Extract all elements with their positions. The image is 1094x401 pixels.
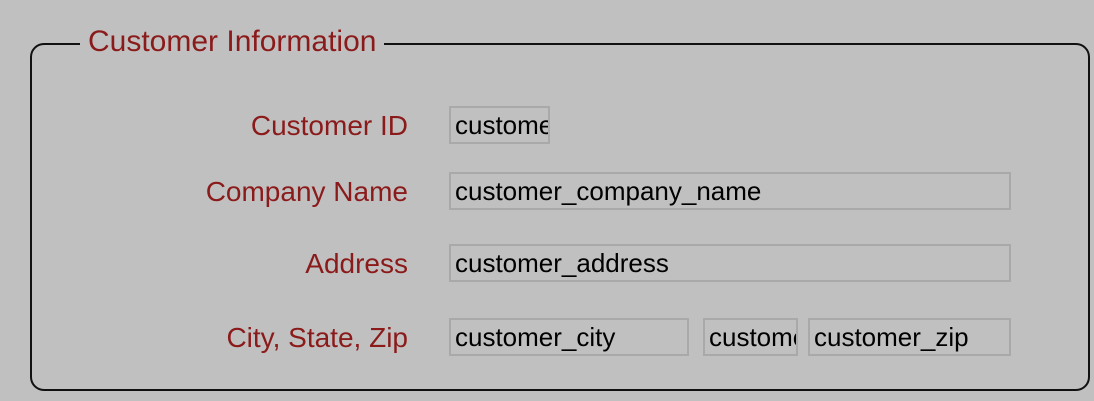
group-title: Customer Information (80, 20, 385, 64)
customer-id-field[interactable]: customer_id (449, 106, 550, 144)
zip-field[interactable]: customer_zip (808, 318, 1011, 356)
city-state-zip-label: City, State, Zip (226, 322, 408, 353)
address-field[interactable]: customer_address (449, 244, 1011, 282)
company-name-label: Company Name (205, 176, 408, 207)
state-field[interactable]: customer_state (703, 318, 798, 356)
city-field[interactable]: customer_city (449, 318, 689, 356)
company-name-field[interactable]: customer_company_name (449, 172, 1011, 210)
address-label: Address (305, 248, 408, 279)
customer-id-label: Customer ID (250, 110, 408, 141)
